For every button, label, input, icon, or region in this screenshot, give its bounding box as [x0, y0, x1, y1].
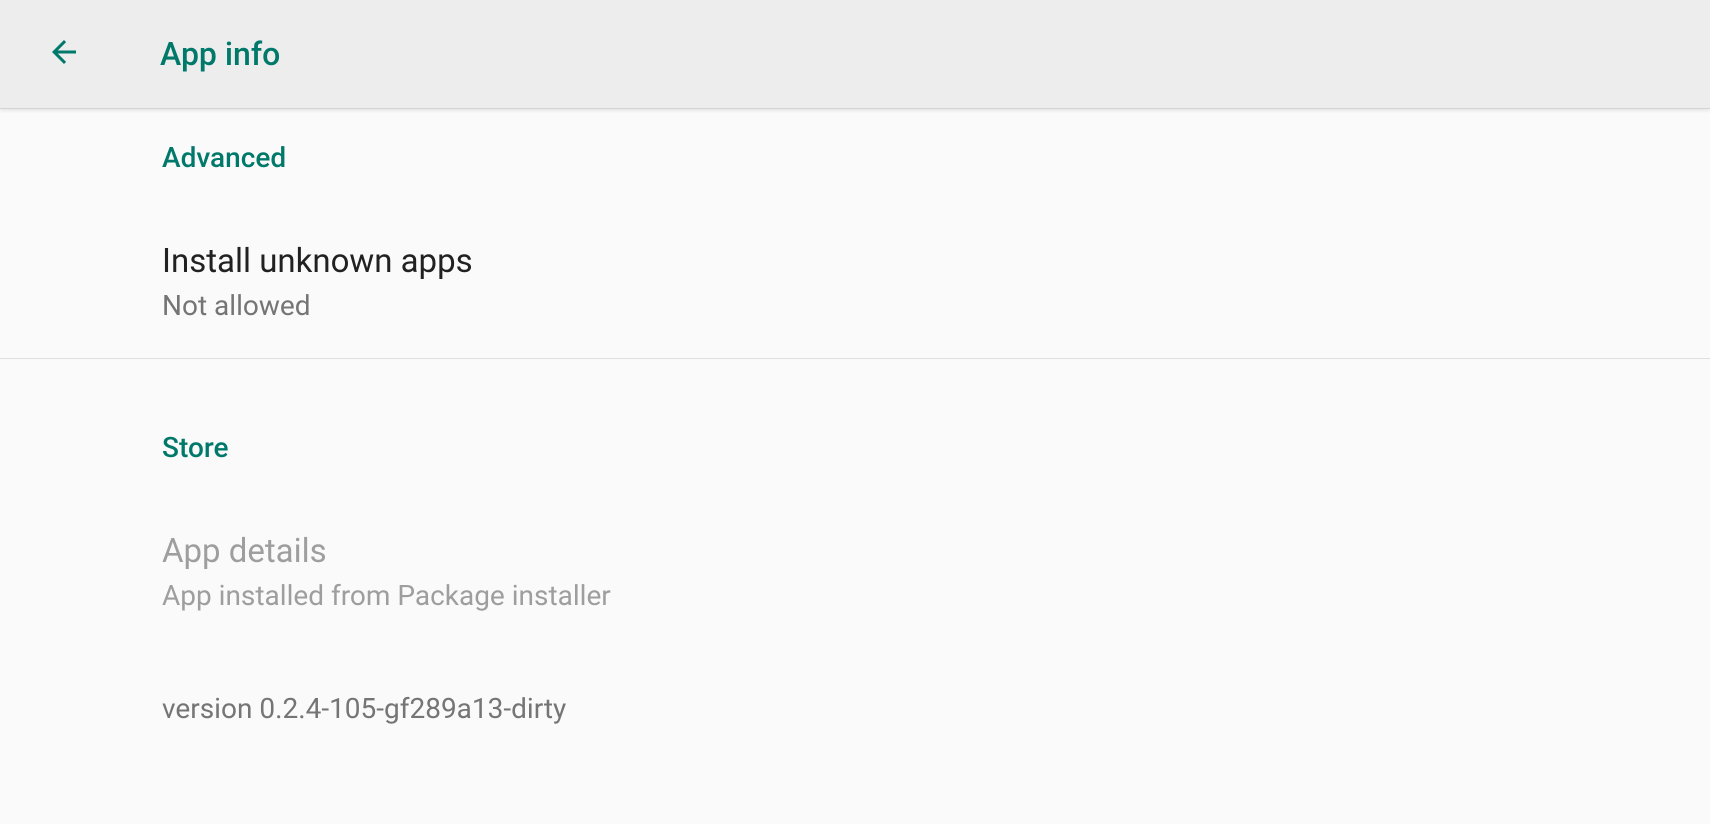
version-item[interactable]: version 0.2.4-105-gf289a13-dirty [162, 648, 1670, 745]
advanced-section-header: Advanced [162, 109, 1670, 194]
back-button[interactable] [40, 30, 88, 78]
advanced-section: Advanced Install unknown apps Not allowe… [0, 109, 1710, 358]
app-details-subtitle: App installed from Package installer [162, 579, 1670, 612]
app-bar: App info [0, 0, 1710, 109]
version-text: version 0.2.4-105-gf289a13-dirty [162, 692, 1670, 725]
app-details-item: App details App installed from Package i… [162, 484, 1670, 648]
install-unknown-apps-title: Install unknown apps [162, 242, 1670, 281]
app-details-title: App details [162, 532, 1670, 571]
content-area: Advanced Install unknown apps Not allowe… [0, 109, 1710, 745]
arrow-back-icon [46, 34, 82, 74]
install-unknown-apps-subtitle: Not allowed [162, 289, 1670, 322]
install-unknown-apps-item[interactable]: Install unknown apps Not allowed [162, 194, 1670, 358]
page-title: App info [160, 35, 280, 73]
store-section-header: Store [162, 359, 1670, 484]
store-section: Store App details App installed from Pac… [0, 359, 1710, 745]
